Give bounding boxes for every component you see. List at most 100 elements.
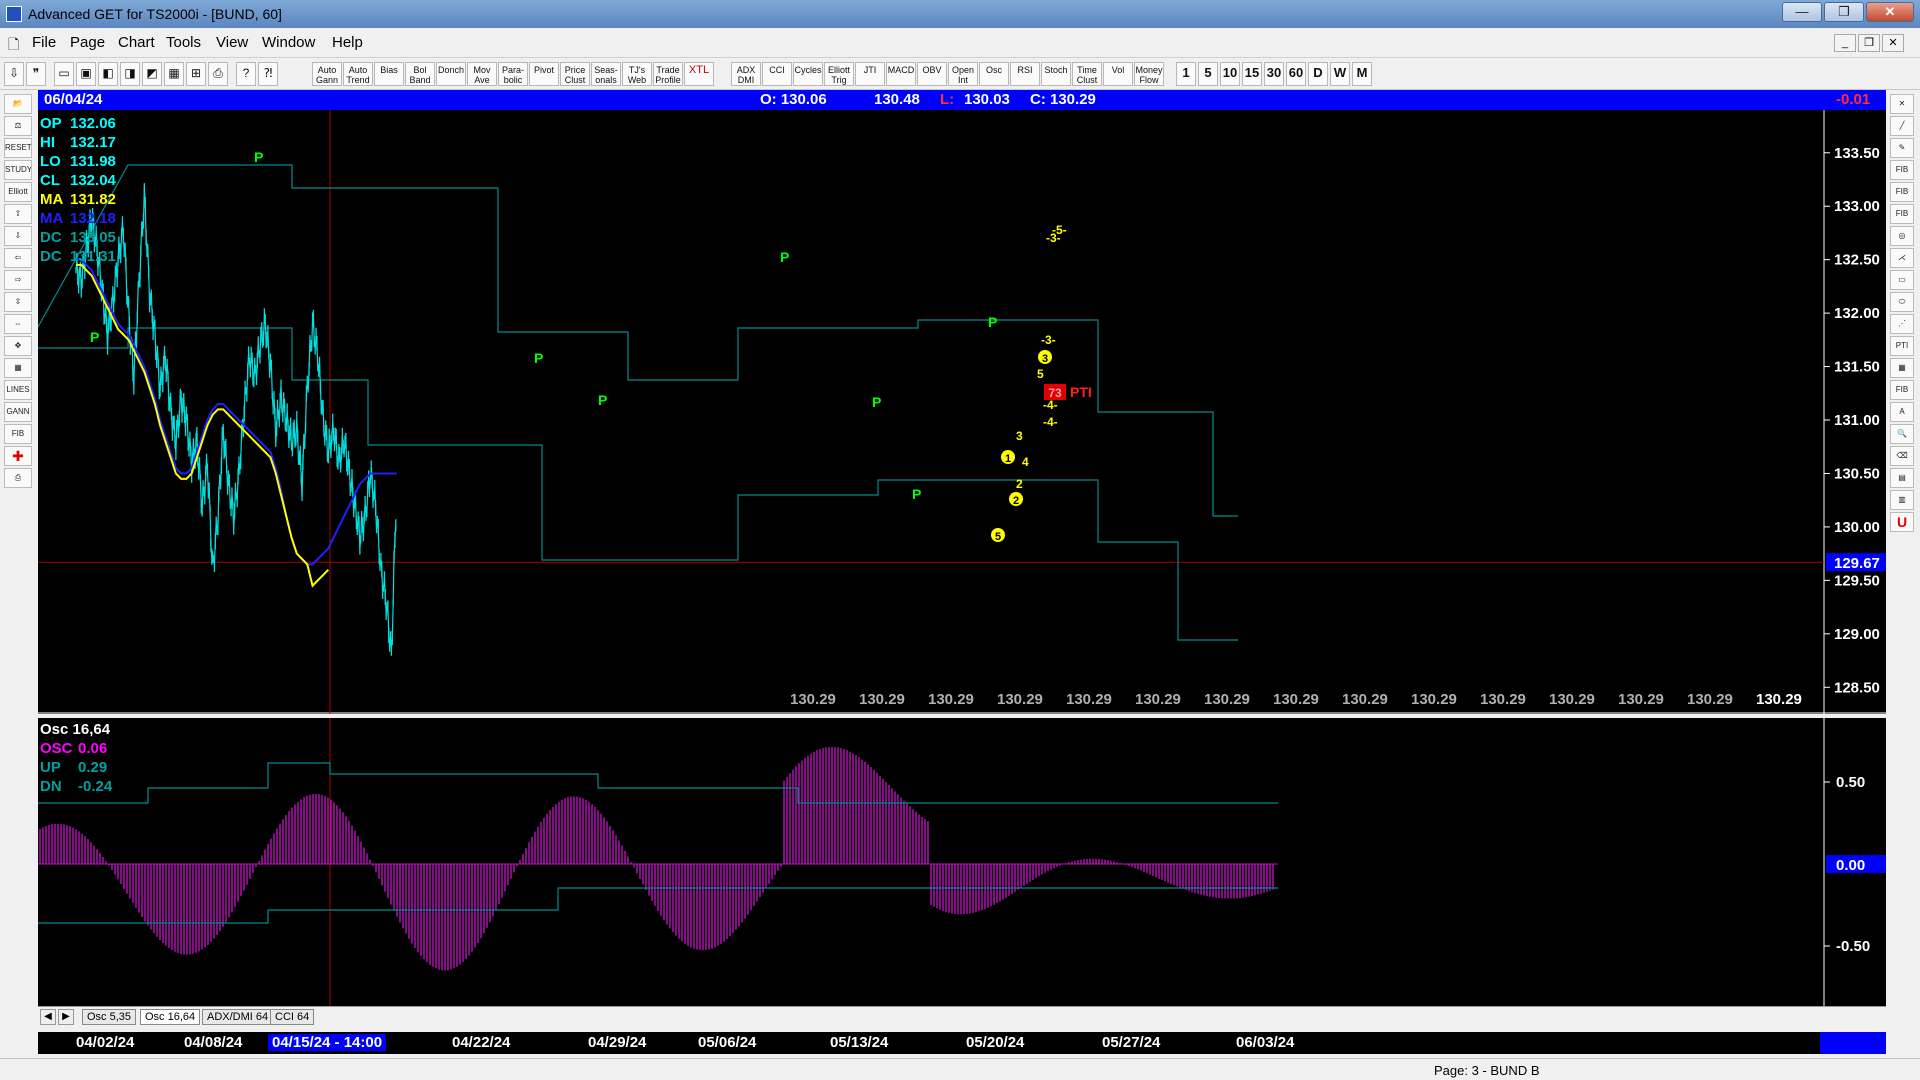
tab-osc-16-64[interactable]: Osc 16,64 xyxy=(140,1009,201,1025)
mdi-minimize-button[interactable]: _ xyxy=(1834,34,1856,52)
arrow-left-icon[interactable]: ⇦ xyxy=(4,248,32,268)
period-button-5[interactable]: 5 xyxy=(1198,62,1218,86)
study-button-obv[interactable]: OBV xyxy=(917,62,947,86)
context-help-icon[interactable]: ⁈ xyxy=(258,62,278,86)
study-button-bias[interactable]: Bias xyxy=(374,62,404,86)
pin-icon[interactable]: ⇩ xyxy=(4,62,24,86)
oscillator-chart[interactable]: 0.50 -0.50 0.00 Osc 16,64 OSC 0.06 UP 0.29 DN -0.… xyxy=(38,718,1886,1006)
period-button-m[interactable]: M xyxy=(1352,62,1372,86)
study-button-elliott-trig[interactable]: Elliott Trig xyxy=(824,62,854,86)
gann-icon[interactable]: GANN xyxy=(4,402,32,422)
fib-time-icon[interactable]: FIB xyxy=(1890,204,1914,224)
close-x-icon[interactable]: ✕ xyxy=(1890,94,1914,114)
tab-cci-64[interactable]: CCI 64 xyxy=(270,1009,315,1025)
study-button-bol-band[interactable]: Bol Band xyxy=(405,62,435,86)
study-button-trade-profile[interactable]: Trade Profile xyxy=(653,62,683,86)
expand-icon[interactable]: ⇔ xyxy=(4,314,32,334)
study-button-cci[interactable]: CCI xyxy=(762,62,792,86)
scale-icon[interactable]: ⚖ xyxy=(4,116,32,136)
study-button-xtl[interactable]: XTL xyxy=(684,62,714,86)
period-button-w[interactable]: W xyxy=(1330,62,1350,86)
print-small-icon[interactable]: ⎙ xyxy=(4,468,32,488)
price-chart[interactable]: 133.50 133.00 132.50 132.00 131.50 131.00 130.… xyxy=(37,110,1886,714)
open-icon[interactable]: ▣ xyxy=(76,62,96,86)
study-button-seas-onals[interactable]: Seas-onals xyxy=(591,62,621,86)
arrow-up-icon[interactable]: ⇧ xyxy=(4,204,32,224)
menu-view[interactable]: View xyxy=(216,34,248,51)
menu-help[interactable]: Help xyxy=(332,34,363,51)
study-button-mov-ave[interactable]: Mov Ave xyxy=(467,62,497,86)
mdi-restore-button[interactable]: ❐ xyxy=(1858,34,1880,52)
study-button-rsi[interactable]: RSI xyxy=(1010,62,1040,86)
pencil-icon[interactable]: ✎ xyxy=(1890,138,1914,158)
save-icon[interactable]: ◧ xyxy=(98,62,118,86)
cut-icon[interactable]: ▦ xyxy=(164,62,184,86)
rectangle-icon[interactable]: ▭ xyxy=(1890,270,1914,290)
new-icon[interactable]: ▭ xyxy=(54,62,74,86)
elliott-icon[interactable]: Elliott xyxy=(4,182,32,202)
menu-tools[interactable]: Tools xyxy=(166,34,201,51)
table-icon[interactable]: ▦ xyxy=(4,358,32,378)
lines-icon[interactable]: LINES xyxy=(4,380,32,400)
study-button-macd[interactable]: MACD xyxy=(886,62,916,86)
calendar-icon[interactable]: ▥ xyxy=(1890,490,1914,510)
text-tool-icon[interactable]: A xyxy=(1890,402,1914,422)
fib-icon[interactable]: FIB xyxy=(4,424,32,444)
refresh-icon[interactable]: ◨ xyxy=(120,62,140,86)
ellipse-icon[interactable]: ⬭ xyxy=(1890,292,1914,312)
spiral-icon[interactable]: ◎ xyxy=(1890,226,1914,246)
oscillator-panel[interactable]: 0.50 -0.50 0.00 Osc 16,64 OSC 0.06 UP 0.29 DN -0.… xyxy=(38,718,1886,1006)
help-icon[interactable]: ? xyxy=(236,62,256,86)
study-button-jti[interactable]: JTI xyxy=(855,62,885,86)
tab-adx-dmi-64[interactable]: ADX/DMI 64 xyxy=(202,1009,274,1025)
move-icon[interactable]: ✥ xyxy=(4,336,32,356)
study-button-money-flow[interactable]: Money Flow xyxy=(1134,62,1164,86)
study-button-donch[interactable]: Donch xyxy=(436,62,466,86)
magnify-icon[interactable]: 🔍 xyxy=(1890,424,1914,444)
study-button-open-int[interactable]: Open Int xyxy=(948,62,978,86)
fib-ext-icon[interactable]: FIB xyxy=(1890,182,1914,202)
study-button-pivot[interactable]: Pivot xyxy=(529,62,559,86)
compress-icon[interactable]: ⇳ xyxy=(4,292,32,312)
fan-icon[interactable]: ⋌ xyxy=(1890,248,1914,268)
calculator-icon[interactable]: ▤ xyxy=(1890,468,1914,488)
grid-tool-icon[interactable]: ▦ xyxy=(1890,358,1914,378)
close-button[interactable]: ✕ xyxy=(1866,2,1914,22)
period-button-15[interactable]: 15 xyxy=(1242,62,1262,86)
study-button-adx-dmi[interactable]: ADX DMI xyxy=(731,62,761,86)
study-button-vol[interactable]: Vol xyxy=(1103,62,1133,86)
period-button-60[interactable]: 60 xyxy=(1286,62,1306,86)
magnet-icon[interactable]: U xyxy=(1890,512,1914,532)
arrow-right-icon[interactable]: ⇨ xyxy=(4,270,32,290)
grid-icon[interactable]: ⊞ xyxy=(186,62,206,86)
arrow-down-icon[interactable]: ⇩ xyxy=(4,226,32,246)
reset-icon[interactable]: RESET xyxy=(4,138,32,158)
tab-next-arrow[interactable]: ▶ xyxy=(58,1009,74,1025)
study-button-stoch[interactable]: Stoch xyxy=(1041,62,1071,86)
study-button-time-clust[interactable]: Time Clust xyxy=(1072,62,1102,86)
pti-icon[interactable]: PTI xyxy=(1890,336,1914,356)
menu-page[interactable]: Page xyxy=(70,34,105,51)
tab-prev-arrow[interactable]: ◀ xyxy=(40,1009,56,1025)
period-button-10[interactable]: 10 xyxy=(1220,62,1240,86)
fib-ret-icon[interactable]: FIB xyxy=(1890,160,1914,180)
menu-file[interactable]: File xyxy=(32,34,56,51)
gann-fan-icon[interactable]: ⋰ xyxy=(1890,314,1914,334)
study-icon[interactable]: STUDY xyxy=(4,160,32,180)
study-button-cycles[interactable]: Cycles xyxy=(793,62,823,86)
print-icon[interactable]: ⎙ xyxy=(208,62,228,86)
open-folder-icon[interactable]: 📂 xyxy=(4,94,32,114)
study-button-price-clust[interactable]: Price Clust xyxy=(560,62,590,86)
study-button-auto-gann[interactable]: Auto Gann xyxy=(312,62,342,86)
price-chart-panel[interactable]: 133.50 133.00 132.50 132.00 131.50 131.00 130.… xyxy=(37,110,1886,714)
eraser-icon[interactable]: ⌫ xyxy=(1890,446,1914,466)
period-button-1[interactable]: 1 xyxy=(1176,62,1196,86)
document-icon[interactable]: 🗋 xyxy=(8,34,19,58)
study-button-tjs-web[interactable]: TJ's Web xyxy=(622,62,652,86)
line-tool-icon[interactable]: ╱ xyxy=(1890,116,1914,136)
period-button-30[interactable]: 30 xyxy=(1264,62,1284,86)
fib-box-icon[interactable]: FIB xyxy=(1890,380,1914,400)
zoom-in-icon[interactable]: ◩ xyxy=(142,62,162,86)
menu-chart[interactable]: Chart xyxy=(118,34,155,51)
study-button-osc[interactable]: Osc xyxy=(979,62,1009,86)
